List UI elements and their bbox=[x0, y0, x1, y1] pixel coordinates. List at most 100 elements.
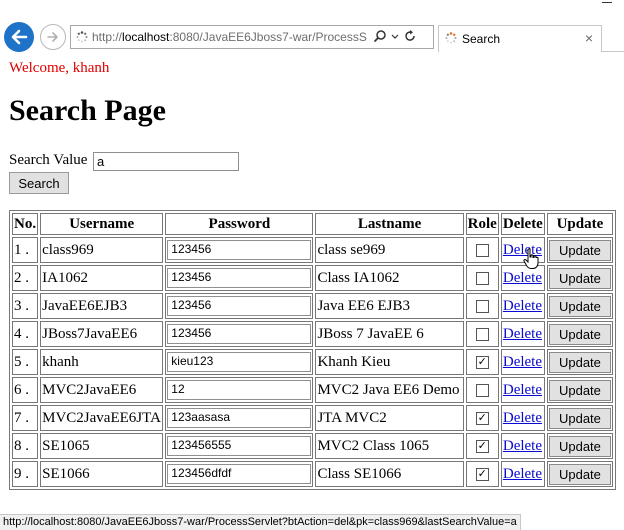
cell-username: SE1065 bbox=[40, 433, 164, 459]
password-field[interactable]: 123456555 bbox=[167, 436, 312, 456]
header-username: Username bbox=[40, 213, 164, 235]
table-row: 8 . SE1065 123456555 MVC2 Class 1065 ✓ Delete… bbox=[12, 433, 613, 459]
cell-no: 4 . bbox=[12, 321, 39, 347]
url-text: http://localhost:8080/JavaEE6Jboss7-war/… bbox=[92, 30, 367, 44]
cell-password: 123456 bbox=[165, 321, 314, 347]
cell-username: MVC2JavaEE6JTA bbox=[40, 405, 164, 431]
browser-tab[interactable]: Search × bbox=[438, 25, 602, 52]
header-role: Role bbox=[465, 213, 499, 235]
cell-update: Update bbox=[546, 461, 613, 487]
cell-delete: Delete bbox=[500, 461, 545, 487]
cell-no: 6 . bbox=[12, 377, 39, 403]
table-row: 4 . JBoss7JavaEE6 123456 JBoss 7 JavaEE 6 De… bbox=[12, 321, 613, 347]
role-checkbox[interactable]: ✓ bbox=[475, 411, 489, 425]
update-button[interactable]: Update bbox=[548, 351, 611, 373]
forward-button[interactable] bbox=[40, 24, 66, 50]
address-bar[interactable]: http://localhost:8080/JavaEE6Jboss7-war/… bbox=[70, 25, 434, 49]
refresh-icon[interactable] bbox=[403, 29, 417, 43]
back-button[interactable] bbox=[4, 22, 34, 52]
password-field[interactable]: 123456 bbox=[167, 324, 312, 344]
update-button[interactable]: Update bbox=[548, 267, 611, 289]
role-checkbox[interactable] bbox=[475, 271, 489, 285]
search-input[interactable]: a bbox=[93, 152, 239, 171]
minimize-button[interactable] bbox=[594, 0, 624, 12]
update-button[interactable]: Update bbox=[548, 239, 611, 261]
status-bar: http://localhost:8080/JavaEE6Jboss7-war/… bbox=[0, 514, 521, 530]
cell-lastname: Java EE6 EJB3 bbox=[315, 293, 464, 319]
delete-link[interactable]: Delete bbox=[503, 298, 542, 314]
cell-update: Update bbox=[546, 377, 613, 403]
role-checkbox[interactable]: ✓ bbox=[475, 439, 489, 453]
role-checkbox[interactable] bbox=[475, 243, 489, 257]
password-field[interactable]: 123456 bbox=[167, 268, 312, 288]
update-button[interactable]: Update bbox=[548, 323, 611, 345]
cell-no: 5 . bbox=[12, 349, 39, 375]
password-field[interactable]: kieu123 bbox=[167, 352, 312, 372]
password-field[interactable]: 12 bbox=[167, 380, 312, 400]
dropdown-chevron-icon[interactable] bbox=[391, 29, 399, 43]
cell-password: 123456dfdf bbox=[165, 461, 314, 487]
role-checkbox[interactable]: ✓ bbox=[475, 467, 489, 481]
cell-lastname: Class SE1066 bbox=[315, 461, 464, 487]
password-field[interactable]: 123456 bbox=[167, 296, 312, 316]
cell-update: Update bbox=[546, 349, 613, 375]
cell-password: 123456555 bbox=[165, 433, 314, 459]
update-button[interactable]: Update bbox=[548, 295, 611, 317]
search-label: Search Value bbox=[9, 152, 88, 168]
cell-username: SE1066 bbox=[40, 461, 164, 487]
delete-link[interactable]: Delete bbox=[503, 326, 542, 342]
cell-update: Update bbox=[546, 321, 613, 347]
cell-username: khanh bbox=[40, 349, 164, 375]
cell-no: 3 . bbox=[12, 293, 39, 319]
delete-link[interactable]: Delete bbox=[503, 270, 542, 286]
hand-cursor-icon bbox=[523, 248, 539, 269]
cell-role: ✓ bbox=[465, 405, 499, 431]
cell-delete: Delete bbox=[500, 433, 545, 459]
tab-close-icon[interactable]: × bbox=[585, 30, 593, 46]
welcome-message: Welcome, khanh bbox=[9, 60, 110, 76]
cell-no: 8 . bbox=[12, 433, 39, 459]
browser-chrome: http://localhost:8080/JavaEE6Jboss7-war/… bbox=[0, 0, 624, 58]
tab-title: Search bbox=[462, 32, 501, 46]
back-arrow-icon bbox=[11, 29, 28, 45]
new-tab-area[interactable] bbox=[602, 25, 624, 52]
delete-link[interactable]: Delete bbox=[503, 410, 542, 426]
cell-delete: Delete bbox=[500, 293, 545, 319]
forward-arrow-icon bbox=[47, 32, 58, 42]
role-checkbox[interactable] bbox=[475, 383, 489, 397]
role-checkbox[interactable]: ✓ bbox=[475, 355, 489, 369]
update-button[interactable]: Update bbox=[548, 463, 611, 485]
cell-update: Update bbox=[546, 405, 613, 431]
search-button[interactable]: Search bbox=[9, 172, 69, 194]
delete-link[interactable]: Delete bbox=[503, 382, 542, 398]
password-field[interactable]: 123456 bbox=[167, 240, 312, 260]
cell-delete: Delete bbox=[500, 349, 545, 375]
delete-link[interactable]: Delete bbox=[503, 438, 542, 454]
cell-no: 1 . bbox=[12, 237, 39, 263]
delete-link[interactable]: Delete bbox=[503, 354, 542, 370]
cell-role: ✓ bbox=[465, 433, 499, 459]
role-checkbox[interactable] bbox=[475, 327, 489, 341]
cell-password: kieu123 bbox=[165, 349, 314, 375]
update-button[interactable]: Update bbox=[548, 379, 611, 401]
password-field[interactable]: 123456dfdf bbox=[167, 464, 312, 484]
cell-username: IA1062 bbox=[40, 265, 164, 291]
cell-lastname: JTA MVC2 bbox=[315, 405, 464, 431]
update-button[interactable]: Update bbox=[548, 407, 611, 429]
role-checkbox[interactable] bbox=[475, 299, 489, 313]
search-icon[interactable] bbox=[373, 29, 387, 43]
cell-username: JBoss7JavaEE6 bbox=[40, 321, 164, 347]
update-button[interactable]: Update bbox=[548, 435, 611, 457]
cell-no: 2 . bbox=[12, 265, 39, 291]
cell-password: 123456 bbox=[165, 293, 314, 319]
cell-password: 123456 bbox=[165, 265, 314, 291]
cell-no: 9 . bbox=[12, 461, 39, 487]
cell-role bbox=[465, 321, 499, 347]
cell-delete: Delete bbox=[500, 321, 545, 347]
delete-link[interactable]: Delete bbox=[503, 466, 542, 482]
cell-role bbox=[465, 377, 499, 403]
cell-lastname: JBoss 7 JavaEE 6 bbox=[315, 321, 464, 347]
password-field[interactable]: 123aasasa bbox=[167, 408, 312, 428]
cell-update: Update bbox=[546, 237, 613, 263]
cell-update: Update bbox=[546, 265, 613, 291]
